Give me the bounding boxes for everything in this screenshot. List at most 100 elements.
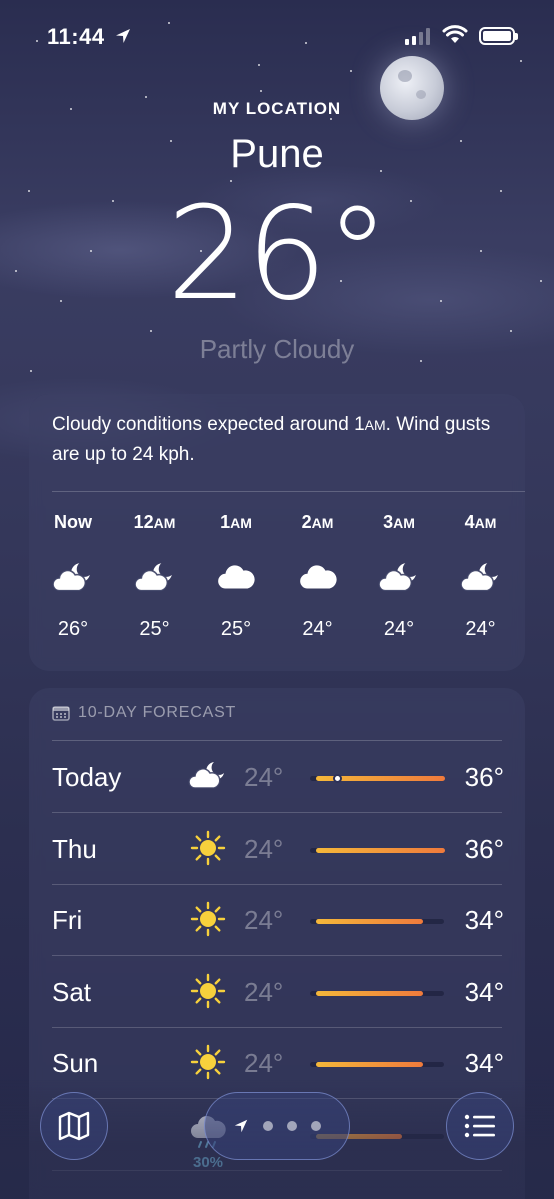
- temp-range-track: [310, 847, 445, 853]
- partly-cloudy-night-icon: [459, 563, 498, 592]
- star: [30, 370, 32, 372]
- card-divider: [52, 740, 502, 741]
- hour-label: 2AM: [301, 512, 334, 532]
- forecast-day-row[interactable]: Sat 24° 34°: [52, 957, 504, 1028]
- hour-icon: [41, 554, 105, 602]
- hour-column: 12AM 25°: [123, 512, 187, 641]
- wifi-icon: [442, 25, 468, 43]
- current-condition: Partly Cloudy: [199, 334, 355, 364]
- forecast-day-row[interactable]: Today 24° 36°: [52, 742, 504, 813]
- current-temperature: 26°: [166, 180, 390, 329]
- location-arrow-icon: [116, 29, 130, 43]
- low-temp: 24°: [244, 762, 284, 792]
- cloud-icon: [218, 565, 255, 589]
- temp-range-bar: [316, 990, 424, 996]
- hour-icon: [367, 554, 431, 602]
- forecast-header: 10-DAY FORECAST: [52, 704, 236, 722]
- day-name: Sat: [52, 976, 92, 1007]
- hour-label: 1AM: [220, 512, 252, 532]
- high-temp: 34°: [464, 1048, 504, 1078]
- temp-range-track: [310, 1062, 444, 1067]
- list-icon: [464, 1114, 495, 1138]
- hour-icon: [286, 554, 350, 602]
- battery-icon: [479, 27, 518, 45]
- high-temp: 36°: [464, 833, 504, 864]
- card-divider: [52, 491, 525, 492]
- star: [145, 96, 147, 98]
- temp-range-bar: [316, 847, 445, 853]
- hour-icon: [123, 554, 187, 602]
- hour-label: 12AM: [133, 512, 176, 532]
- hour-column: 4AM 24°: [449, 512, 513, 641]
- temp-range-track: [310, 919, 444, 924]
- list-button[interactable]: [446, 1092, 514, 1160]
- temp-range-track: [310, 990, 444, 996]
- hour-label: Now: [54, 512, 92, 532]
- star: [350, 70, 352, 72]
- day-icon: [188, 971, 228, 1011]
- status-time: 11:44: [47, 24, 105, 49]
- sun-icon: [190, 1044, 226, 1080]
- day-icon: [188, 1042, 228, 1082]
- partly-cloudy-night-icon: [188, 762, 224, 789]
- star: [260, 90, 262, 92]
- day-name: Fri: [52, 905, 83, 935]
- forecast-day-row[interactable]: Thu 24° 36°: [52, 814, 504, 885]
- page-dot[interactable]: [263, 1121, 273, 1131]
- current-temp-dot: [333, 774, 343, 783]
- sun-icon: [190, 973, 226, 1008]
- cloud-icon: [299, 565, 337, 589]
- day-icon: [188, 899, 228, 939]
- hourly-forecast-card[interactable]: Cloudy conditions expected around 1AM. W…: [29, 394, 525, 671]
- day-name: Sun: [52, 1048, 99, 1078]
- forecast-title: 10-DAY FORECAST: [78, 704, 237, 721]
- map-icon: [58, 1111, 90, 1141]
- temp-range-track: [310, 774, 445, 783]
- temp-range-bar: [316, 1062, 424, 1067]
- star: [150, 330, 152, 332]
- high-temp: 36°: [464, 762, 504, 792]
- map-button[interactable]: [40, 1092, 108, 1160]
- page-dot[interactable]: [311, 1121, 321, 1131]
- partly-cloudy-night-icon: [52, 563, 90, 592]
- row-divider: [52, 1169, 502, 1171]
- hour-temp: 25°: [220, 618, 252, 640]
- high-temp: 34°: [464, 976, 504, 1007]
- sun-icon: [190, 901, 226, 937]
- hour-temp: 26°: [57, 618, 89, 640]
- hour-icon: [204, 554, 268, 602]
- hour-label: 4AM: [464, 512, 497, 532]
- location-arrow-icon: [234, 1119, 248, 1133]
- star: [510, 330, 512, 332]
- partly-cloudy-night-icon: [378, 563, 416, 592]
- hour-column: Now 26°: [41, 512, 105, 641]
- partly-cloudy-night-icon: [133, 563, 172, 592]
- day-name: Thu: [52, 833, 97, 864]
- day-name: Today: [52, 762, 122, 792]
- low-temp: 24°: [244, 1048, 284, 1078]
- city-name[interactable]: Pune: [0, 132, 554, 177]
- hour-label: 3AM: [383, 512, 415, 532]
- forecast-day-row[interactable]: Sun 24° 34°: [52, 1028, 504, 1099]
- hour-icon: [449, 554, 513, 602]
- hourly-summary: Cloudy conditions expected around 1AM. W…: [52, 414, 491, 465]
- day-icon: [188, 828, 228, 868]
- hour-column: 1AM 25°: [204, 512, 268, 641]
- hour-temp: 24°: [383, 618, 415, 640]
- high-temp: 34°: [464, 905, 504, 935]
- low-temp: 24°: [244, 905, 284, 935]
- low-temp: 24°: [244, 833, 284, 864]
- forecast-day-row[interactable]: Fri 24° 34°: [52, 885, 504, 956]
- low-temp: 24°: [244, 976, 284, 1007]
- hour-temp: 24°: [465, 618, 496, 640]
- sun-icon: [190, 830, 226, 865]
- cellular-signal-icon: [405, 27, 430, 45]
- location-pager[interactable]: [204, 1092, 350, 1160]
- day-icon: [188, 756, 228, 796]
- hour-temp: 24°: [302, 618, 333, 640]
- calendar-icon: [52, 706, 70, 721]
- hour-column: 3AM 24°: [367, 512, 431, 641]
- page-dot[interactable]: [287, 1121, 297, 1131]
- temp-range-bar: [316, 919, 424, 924]
- hour-temp: 25°: [139, 618, 170, 640]
